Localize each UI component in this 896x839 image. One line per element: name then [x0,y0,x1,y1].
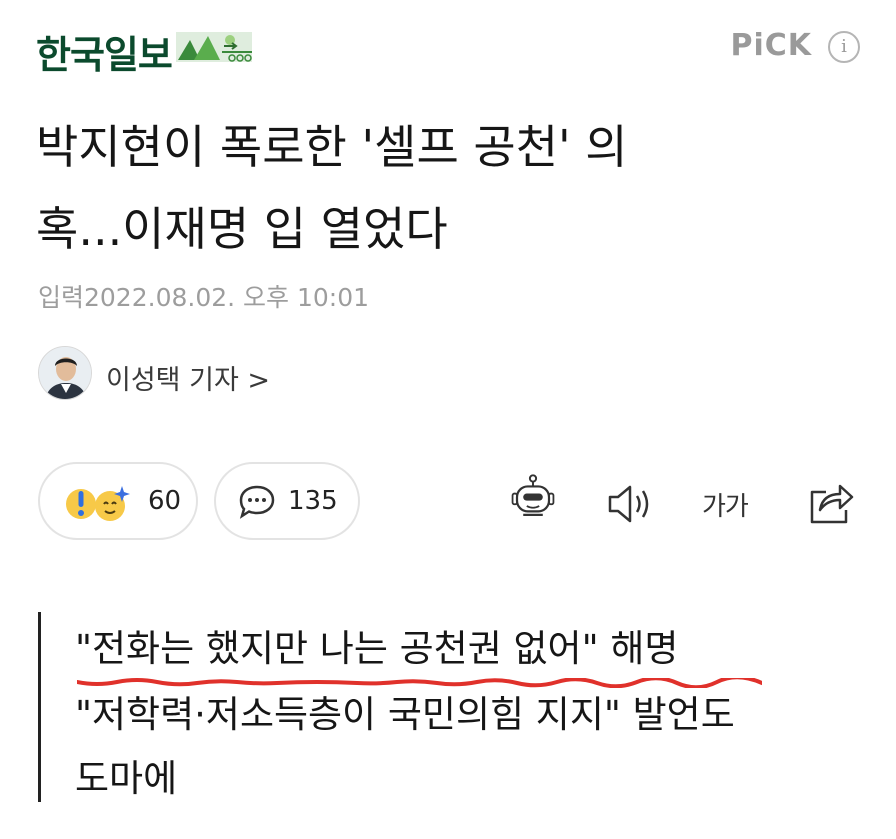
sparkle-face-emoji-icon [95,486,130,521]
comment-button[interactable]: 135 [214,462,360,540]
reaction-count: 60 [148,486,182,516]
article-summary: "전화는 했지만 나는 공천권 없어" 해명 "저학력·저소득층이 국민의힘 지… [38,612,858,802]
leaf-landscape-logo-icon [174,30,254,64]
summary-line-3: 도마에 [75,757,178,800]
headline-line-1: 박지현이 폭로한 '셀프 공천' 의 [36,120,628,174]
share-icon[interactable] [806,478,856,526]
font-size-label: 가가 [702,492,749,522]
headline-line-2: 혹...이재명 입 열었다 [36,202,448,256]
comment-icon [239,485,275,519]
reporter-photo [39,347,91,399]
speaker-icon[interactable] [606,480,656,528]
font-size-button[interactable]: 가가 [702,486,749,534]
info-icon[interactable]: i [828,31,860,63]
comment-count: 135 [288,486,338,516]
article-dateline: 입력2022.08.02. 오후 10:01 [38,283,370,312]
summary-line-2: "저학력·저소득층이 국민의힘 지지" 발언도 [75,693,735,736]
surprised-emoji-icon [66,489,96,519]
pick-label: PiCK [730,28,812,63]
avatar [38,346,92,400]
reporter-name: 이성택 기자 > [106,365,270,396]
article-headline: 박지현이 폭로한 '셀프 공천' 의 혹...이재명 입 열었다 [36,106,856,270]
reaction-emoji-icons [66,486,130,521]
reaction-button[interactable]: 60 [38,462,198,540]
press-header: 한국일보 PiCK i [36,22,860,77]
summary-line-1: "전화는 했지만 나는 공천권 없어" 해명 [75,627,679,670]
robot-summary-icon[interactable] [508,474,558,522]
press-logo[interactable]: 한국일보 [36,24,173,79]
